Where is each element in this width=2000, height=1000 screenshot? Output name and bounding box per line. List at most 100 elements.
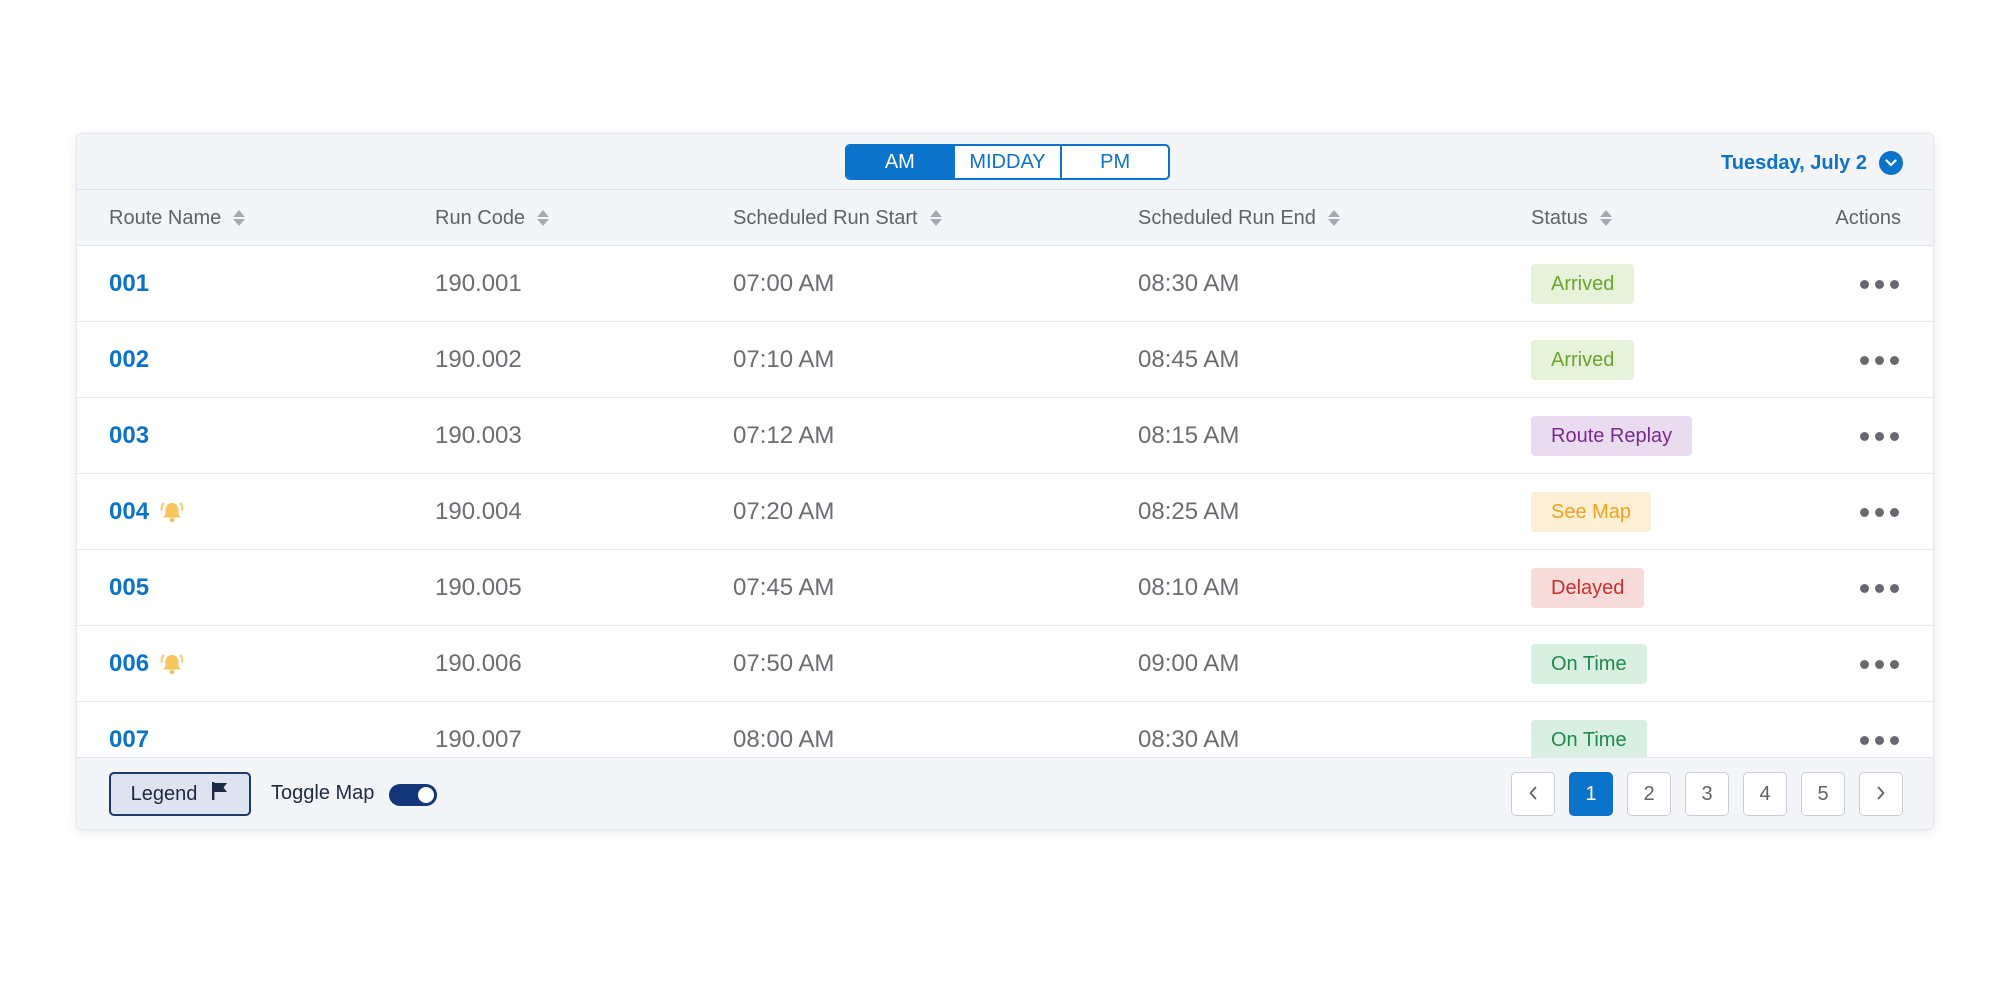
scheduled-start-cell: 08:00 AM <box>733 726 835 753</box>
more-actions-button[interactable] <box>1860 474 1899 550</box>
sort-icon[interactable] <box>1327 210 1340 226</box>
scheduled-start-cell: 07:45 AM <box>733 574 835 601</box>
table-row[interactable]: 005 190.005 07:45 AM 08:10 AM Delayed <box>77 550 1933 626</box>
date-picker[interactable]: Tuesday, July 2 <box>1721 150 1903 176</box>
pagination-prev-button[interactable] <box>1511 772 1555 816</box>
page-button-5[interactable]: 5 <box>1801 772 1845 816</box>
column-header-scheduled-start[interactable]: Scheduled Run Start <box>733 190 942 246</box>
sort-icon[interactable] <box>929 210 942 226</box>
route-link[interactable]: 005 <box>109 574 149 602</box>
scheduled-end-cell: 08:10 AM <box>1138 574 1240 601</box>
scheduled-end-cell: 08:45 AM <box>1138 346 1240 373</box>
status-cell: See Map <box>1531 474 1652 550</box>
run-code-cell: 190.004 <box>435 498 522 525</box>
page-button-1[interactable]: 1 <box>1569 772 1613 816</box>
table-row[interactable]: 003 190.003 07:12 AM 08:15 AM Route Repl… <box>77 398 1933 474</box>
scheduled-start-cell: 07:00 AM <box>733 270 835 297</box>
more-actions-button[interactable] <box>1860 398 1899 474</box>
legend-button[interactable]: Legend <box>109 772 251 816</box>
status-badge: On Time <box>1531 720 1647 760</box>
table-row[interactable]: 002 190.002 07:10 AM 08:45 AM Arrived <box>77 322 1933 398</box>
table-body: 001 190.001 07:00 AM 08:30 AM Arrived 00… <box>77 246 1933 764</box>
chevron-down-icon <box>1879 151 1903 175</box>
page-button-3[interactable]: 3 <box>1685 772 1729 816</box>
column-header-actions: Actions <box>1835 190 1901 246</box>
period-am-button[interactable]: AM <box>847 146 955 178</box>
column-header-route-name[interactable]: Route Name <box>109 190 246 246</box>
routes-panel: AM MIDDAY PM Tuesday, July 2 Route Name … <box>76 133 1934 830</box>
status-badge: Delayed <box>1531 568 1645 608</box>
run-code-cell: 190.001 <box>435 270 522 297</box>
more-horizontal-icon <box>1860 659 1899 669</box>
status-badge: On Time <box>1531 644 1647 684</box>
table-row[interactable]: 001 190.001 07:00 AM 08:30 AM Arrived <box>77 246 1933 322</box>
run-code-cell: 190.003 <box>435 422 522 449</box>
scheduled-end-cell: 08:30 AM <box>1138 270 1240 297</box>
status-cell: Route Replay <box>1531 398 1693 474</box>
more-horizontal-icon <box>1860 355 1899 365</box>
route-link[interactable]: 001 <box>109 270 149 298</box>
status-cell: Arrived <box>1531 246 1635 322</box>
run-code-cell: 190.002 <box>435 346 522 373</box>
scheduled-end-cell: 08:25 AM <box>1138 498 1240 525</box>
scheduled-end-cell: 08:15 AM <box>1138 422 1240 449</box>
status-cell: On Time <box>1531 626 1647 702</box>
bell-icon <box>159 499 185 525</box>
sort-icon[interactable] <box>1599 210 1612 226</box>
more-horizontal-icon <box>1860 583 1899 593</box>
table-row[interactable]: 004 190.004 07:20 AM 08:25 AM See Map <box>77 474 1933 550</box>
scheduled-end-cell: 09:00 AM <box>1138 650 1240 677</box>
status-cell: Delayed <box>1531 550 1645 626</box>
scheduled-start-cell: 07:50 AM <box>733 650 835 677</box>
column-label: Status <box>1531 206 1588 229</box>
flag-icon <box>211 781 229 807</box>
route-name-cell: 001 <box>109 246 149 322</box>
status-badge: Arrived <box>1531 340 1635 380</box>
chevron-left-icon <box>1528 783 1538 806</box>
more-actions-button[interactable] <box>1860 626 1899 702</box>
pagination: 1 2 3 4 5 <box>1511 772 1903 816</box>
column-header-scheduled-end[interactable]: Scheduled Run End <box>1138 190 1340 246</box>
route-link[interactable]: 007 <box>109 726 149 754</box>
column-header-run-code[interactable]: Run Code <box>435 190 550 246</box>
column-header-status[interactable]: Status <box>1531 190 1612 246</box>
more-actions-button[interactable] <box>1860 246 1899 322</box>
period-pm-button[interactable]: PM <box>1062 146 1168 178</box>
column-label: Run Code <box>435 206 526 229</box>
route-link[interactable]: 003 <box>109 422 149 450</box>
sort-icon[interactable] <box>537 210 550 226</box>
run-code-cell: 190.005 <box>435 574 522 601</box>
table-header: Route Name Run Code Scheduled Run Start … <box>77 190 1933 246</box>
toggle-map-label: Toggle Map <box>271 782 375 804</box>
route-link[interactable]: 006 <box>109 650 149 678</box>
pagination-next-button[interactable] <box>1859 772 1903 816</box>
status-cell: On Time <box>1531 702 1647 764</box>
route-link[interactable]: 004 <box>109 498 149 526</box>
status-badge: See Map <box>1531 492 1652 532</box>
route-name-cell: 007 <box>109 702 149 764</box>
table-row[interactable]: 007 190.007 08:00 AM 08:30 AM On Time <box>77 702 1933 764</box>
toolbar: AM MIDDAY PM Tuesday, July 2 <box>77 134 1933 190</box>
run-code-cell: 190.007 <box>435 726 522 753</box>
sort-icon[interactable] <box>233 210 246 226</box>
column-label: Scheduled Run End <box>1138 206 1316 229</box>
more-actions-button[interactable] <box>1860 322 1899 398</box>
legend-label: Legend <box>130 782 198 805</box>
table-row[interactable]: 006 190.006 07:50 AM 09:00 AM On Time <box>77 626 1933 702</box>
route-name-cell: 004 <box>109 474 185 550</box>
more-actions-button[interactable] <box>1860 702 1899 764</box>
column-label: Route Name <box>109 206 222 229</box>
toggle-map-switch[interactable] <box>389 784 437 806</box>
column-label: Scheduled Run Start <box>733 206 918 229</box>
scheduled-start-cell: 07:12 AM <box>733 422 835 449</box>
scheduled-start-cell: 07:20 AM <box>733 498 835 525</box>
period-midday-button[interactable]: MIDDAY <box>955 146 1063 178</box>
toggle-knob <box>418 787 434 803</box>
chevron-right-icon <box>1876 783 1886 806</box>
page-button-2[interactable]: 2 <box>1627 772 1671 816</box>
route-name-cell: 003 <box>109 398 149 474</box>
page-button-4[interactable]: 4 <box>1743 772 1787 816</box>
status-badge: Route Replay <box>1531 416 1693 456</box>
route-link[interactable]: 002 <box>109 346 149 374</box>
more-actions-button[interactable] <box>1860 550 1899 626</box>
